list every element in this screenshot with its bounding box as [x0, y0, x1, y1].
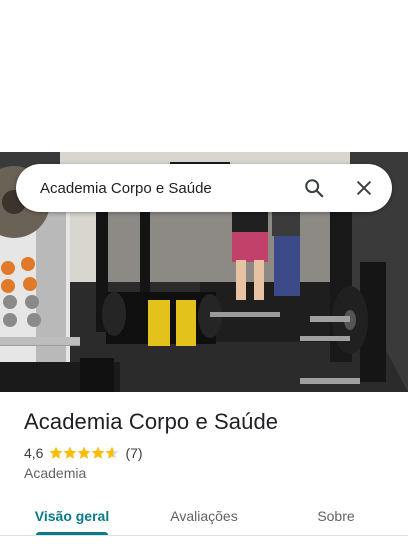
- place-title: Academia Corpo e Saúde: [24, 409, 279, 434]
- search-icon[interactable]: [302, 176, 326, 200]
- star-icon: [78, 446, 91, 459]
- star-icon: [92, 446, 105, 459]
- star-icon: [50, 446, 63, 459]
- tab-about[interactable]: Sobre: [296, 496, 376, 535]
- place-category[interactable]: Academia: [24, 465, 86, 481]
- rating-value: 4,6: [24, 445, 44, 461]
- tab-reviews[interactable]: Avaliações: [156, 496, 252, 535]
- rating-row[interactable]: 4,6 (7): [24, 444, 143, 462]
- active-tab-indicator: [36, 532, 108, 535]
- review-count[interactable]: (7): [125, 445, 142, 461]
- close-icon[interactable]: [352, 176, 376, 200]
- star-icon: [64, 446, 77, 459]
- tab-overview[interactable]: Visão geral: [24, 496, 120, 535]
- star-icon: [106, 446, 119, 459]
- place-tabs: Visão geral Avaliações Sobre: [0, 496, 408, 536]
- search-input[interactable]: Academia Corpo e Saúde: [16, 180, 302, 197]
- place-page: Academia Corpo e Saúde Academia Corpo e …: [0, 0, 408, 544]
- rating-stars: [49, 446, 119, 460]
- search-bar[interactable]: Academia Corpo e Saúde: [16, 164, 392, 212]
